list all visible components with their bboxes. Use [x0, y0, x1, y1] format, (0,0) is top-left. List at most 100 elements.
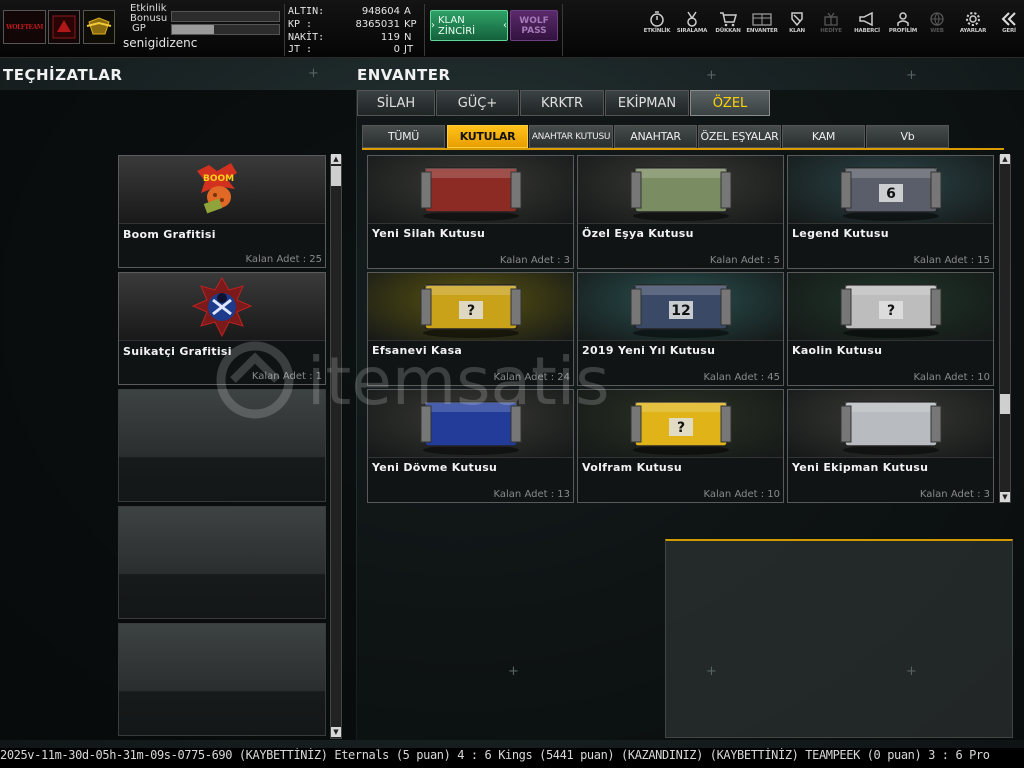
scroll-up-icon[interactable]: ▲ — [1000, 154, 1010, 164]
boom-graffiti-image: BOOM — [119, 156, 325, 224]
item-count: Kalan Adet : 3 — [919, 489, 990, 500]
svg-text:BOOM: BOOM — [203, 174, 234, 184]
svg-text:itemsatis: itemsatis — [307, 343, 610, 420]
item-image — [578, 156, 783, 224]
rank-emblem-icon — [48, 10, 80, 44]
nav-gift[interactable]: HEDİYE — [814, 10, 848, 42]
nav-gear[interactable]: AYARLAR — [956, 10, 990, 42]
item-name: Yeni Ekipman Kutusu — [792, 461, 929, 474]
scroll-up-icon[interactable]: ▲ — [331, 154, 341, 164]
nav-back[interactable]: GERİ — [992, 10, 1024, 42]
nav-label: AYARLAR — [959, 28, 987, 34]
item-name: Boom Grafitisi — [123, 228, 216, 241]
inventory-item[interactable]: Yeni Silah Kutusu Kalan Adet : 3 — [367, 155, 574, 269]
plus-marker: + — [706, 68, 717, 83]
nav-label: PROFİLİM — [888, 28, 918, 34]
inventory-item[interactable]: Özel Eşya Kutusu Kalan Adet : 5 — [577, 155, 784, 269]
item-name: Legend Kutusu — [792, 227, 889, 240]
wolf-pass-button[interactable]: WOLF PASS — [510, 10, 558, 41]
subtab-3[interactable]: ANAHTAR — [614, 125, 697, 148]
medal-icon — [675, 10, 709, 28]
nav-label: KLAN — [789, 28, 805, 34]
item-image: 12 — [578, 273, 783, 341]
subtab-6[interactable]: Vb — [866, 125, 949, 148]
subtab-2[interactable]: ANAHTAR KUTUSU — [529, 125, 613, 148]
currency-unit: JT — [404, 44, 414, 55]
plus-marker: + — [706, 664, 717, 679]
nav-globe[interactable]: WEB — [920, 10, 954, 42]
currency-value: 948604 — [361, 6, 400, 17]
svg-text:?: ? — [466, 303, 474, 319]
gear-icon — [956, 10, 990, 28]
scroll-down-icon[interactable]: ▼ — [1000, 492, 1010, 502]
megaphone-icon — [850, 10, 884, 28]
nav-medal[interactable]: SIRALAMA — [675, 10, 709, 42]
back-icon — [992, 10, 1024, 28]
top-bar: WOLFTEAM Etkinlik Bonusu GP senigidizenc… — [0, 0, 1024, 58]
item-image — [368, 156, 573, 224]
item-count: Kalan Adet : 3 — [499, 255, 570, 266]
item-image: 6 — [788, 156, 993, 224]
nav-stopwatch[interactable]: ETKİNLİK — [640, 10, 674, 42]
equipment-title: TEÇHİZATLAR — [3, 66, 123, 84]
scroll-thumb[interactable] — [331, 166, 341, 186]
currency-value: 0 — [393, 44, 400, 55]
item-detail-panel — [665, 539, 1013, 738]
divider — [562, 4, 563, 56]
subtab-1[interactable]: KUTULAR — [447, 125, 528, 148]
subtab-0[interactable]: TÜMÜ — [362, 125, 445, 148]
tab-1[interactable]: GÜÇ+ — [436, 90, 519, 116]
nav-shield[interactable]: KLAN — [780, 10, 814, 42]
nav-megaphone[interactable]: HABERCİ — [850, 10, 884, 42]
item-image — [788, 390, 993, 458]
inventory-item[interactable]: Yeni Ekipman Kutusu Kalan Adet : 3 — [787, 389, 994, 503]
username: senigidizenc — [123, 36, 198, 50]
nav-label: SIRALAMA — [676, 28, 708, 34]
equipment-item[interactable]: BOOM Boom Grafitisi Kalan Adet : 25 — [118, 155, 326, 268]
svg-text:12: 12 — [671, 303, 690, 319]
event-bonus-bar — [171, 11, 280, 22]
nav-profile[interactable]: PROFİLİM — [886, 10, 920, 42]
divider — [284, 4, 285, 56]
nav-cart[interactable]: DÜKKAN — [711, 10, 745, 42]
watermark: itemsatis — [215, 340, 795, 420]
subtab-4[interactable]: ÖZEL EŞYALAR — [698, 125, 781, 148]
divider — [424, 4, 425, 56]
match-ticker: 2025v-11m-30d-05h-31m-09s-0775-690 (KAYB… — [0, 748, 1024, 768]
empty-slot — [118, 623, 326, 736]
item-count: Kalan Adet : 10 — [703, 489, 780, 500]
nav-inventory[interactable]: ENVANTER — [745, 10, 779, 42]
clan-chain-button[interactable]: › KLAN ZİNCİRİ ‹ — [430, 10, 508, 41]
item-count: Kalan Adet : 25 — [245, 254, 322, 265]
scroll-down-icon[interactable]: ▼ — [331, 727, 341, 737]
tab-2[interactable]: KRKTR — [520, 90, 604, 116]
item-name: Kaolin Kutusu — [792, 344, 883, 357]
scroll-thumb[interactable] — [1000, 394, 1010, 414]
inventory-scrollbar[interactable] — [999, 155, 1011, 503]
tab-0[interactable]: SİLAH — [357, 90, 435, 116]
nav-label: ENVANTER — [746, 28, 778, 34]
nav-label: GERİ — [1002, 28, 1016, 34]
item-image: ? — [368, 273, 573, 341]
item-name: Yeni Dövme Kutusu — [372, 461, 498, 474]
tab-4[interactable]: ÖZEL — [690, 90, 770, 116]
nav-label: WEB — [930, 28, 944, 34]
inventory-item[interactable]: 6 Legend Kutusu Kalan Adet : 15 — [787, 155, 994, 269]
currency-value: 8365031 — [355, 19, 400, 30]
nav-label: DÜKKAN — [715, 28, 741, 34]
subtab-5[interactable]: KAM — [782, 125, 865, 148]
profile-icon — [886, 10, 920, 28]
tab-3[interactable]: EKİPMAN — [605, 90, 689, 116]
item-image: ? — [788, 273, 993, 341]
plus-marker: + — [906, 68, 917, 83]
item-name: Volfram Kutusu — [582, 461, 682, 474]
cart-icon — [711, 10, 745, 28]
plus-marker: + — [308, 66, 319, 81]
currency-unit: KP — [404, 19, 417, 30]
svg-text:6: 6 — [886, 186, 896, 202]
inventory-item[interactable]: ? Kaolin Kutusu Kalan Adet : 10 — [787, 272, 994, 386]
equipment-scrollbar[interactable] — [330, 155, 342, 739]
gift-icon — [814, 10, 848, 28]
item-count: Kalan Adet : 5 — [709, 255, 780, 266]
gp-bar — [171, 24, 280, 35]
